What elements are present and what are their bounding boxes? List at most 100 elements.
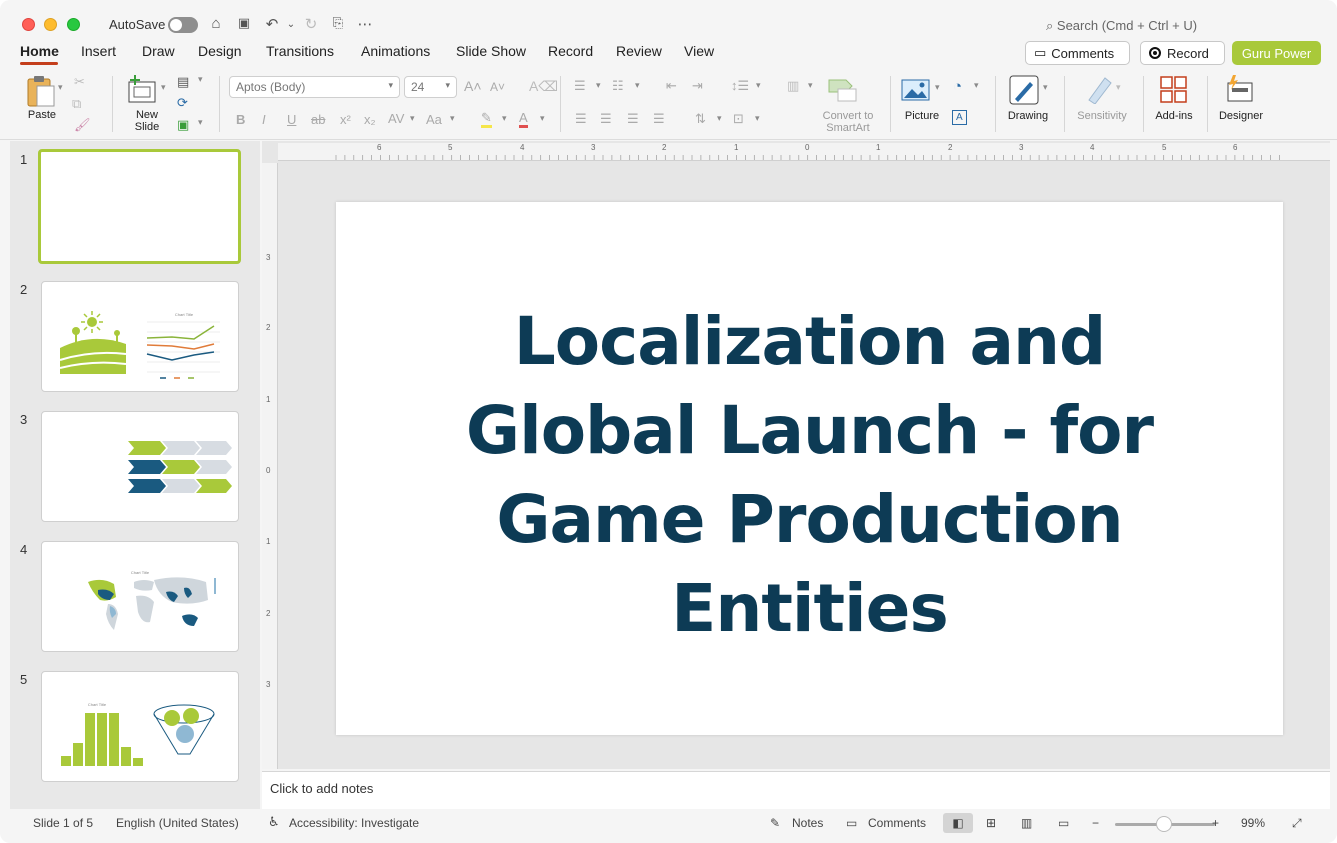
tab-review[interactable]: Review [616,43,662,59]
change-case-icon[interactable]: Aa [426,112,442,127]
tab-record[interactable]: Record [548,43,593,59]
columns-icon[interactable]: ▥ [787,78,799,94]
tab-insert[interactable]: Insert [81,43,116,59]
slideshow-icon[interactable]: ▭ [1058,816,1069,830]
tab-draw[interactable]: Draw [142,43,175,59]
copy-icon[interactable]: ⧉ [72,96,81,112]
slide-thumbnail-2[interactable]: Chart Title [41,281,239,392]
more-icon[interactable]: ⋯ [355,15,375,33]
align-center-icon[interactable]: ☰ [600,111,612,127]
underline-icon[interactable]: U [287,112,296,127]
sensitivity-chevron-down-icon[interactable]: ▾ [1116,82,1121,93]
cut-icon[interactable]: ✂ [74,74,85,90]
zoom-in-icon[interactable]: + [1212,816,1219,830]
close-window-button[interactable] [22,18,35,31]
text-direction-chevron-down-icon[interactable]: ▾ [717,113,722,124]
shapes-icon[interactable]: ◔ [953,78,962,95]
highlight-icon[interactable]: ✎ [481,111,492,128]
decrease-font-size-icon[interactable]: A˅ [490,80,505,94]
character-spacing-icon[interactable]: AV [388,111,404,126]
superscript-icon[interactable]: x² [340,112,351,127]
align-right-icon[interactable]: ☰ [627,111,639,127]
accessibility-status[interactable]: Accessibility: Investigate [289,816,419,830]
text-direction-icon[interactable]: ⇅ [695,111,706,127]
shapes-chevron-down-icon[interactable]: ▾ [974,80,979,91]
increase-font-size-icon[interactable]: A˄ [464,78,482,94]
decrease-indent-icon[interactable]: ⇤ [666,78,677,94]
reset-icon[interactable]: ⟳ [177,95,188,111]
bullets-icon[interactable]: ☰ [574,78,586,94]
increase-indent-icon[interactable]: ⇥ [692,78,703,94]
slide-thumbnail-3[interactable] [41,411,239,522]
font-name-select[interactable]: Aptos (Body) ▾ [229,76,400,98]
picture-chevron-down-icon[interactable]: ▾ [935,82,940,93]
comments-button[interactable]: ▭ Comments [1025,41,1130,65]
designer-button[interactable] [1224,74,1256,104]
tab-slide-show[interactable]: Slide Show [456,43,526,59]
drawing-chevron-down-icon[interactable]: ▾ [1043,82,1048,93]
strikethrough-icon[interactable]: ab [311,112,325,127]
zoom-slider-handle[interactable] [1156,816,1172,832]
slide-thumbnail-5[interactable]: Chart Title [41,671,239,782]
layout-icon[interactable]: ▤ [177,74,189,90]
notes-pane[interactable]: Click to add notes [262,771,1330,809]
slide-thumbnail-4[interactable]: Chart Title [41,541,239,652]
text-box-icon[interactable]: A [952,110,967,125]
home-icon[interactable]: ⌂ [206,15,226,32]
align-text-chevron-down-icon[interactable]: ▾ [755,113,760,124]
tab-transitions[interactable]: Transitions [266,43,334,59]
normal-view-icon[interactable]: ◧ [943,813,973,833]
fit-to-window-icon[interactable]: ⤢ [1292,816,1302,831]
new-slide-chevron-down-icon[interactable]: ▾ [161,82,166,93]
layout-chevron-down-icon[interactable]: ▾ [198,74,203,85]
minimize-window-button[interactable] [44,18,57,31]
tab-home[interactable]: Home [20,43,59,59]
addins-button[interactable] [1159,76,1189,104]
numbering-icon[interactable]: ☷ [612,78,624,94]
highlight-chevron-down-icon[interactable]: ▾ [502,113,507,124]
justify-icon[interactable]: ☰ [653,111,665,127]
italic-icon[interactable]: I [262,112,266,127]
font-size-select[interactable]: 24 ▾ [404,76,457,98]
zoom-window-button[interactable] [67,18,80,31]
undo-chevron-down-icon[interactable]: ⌄ [281,19,301,30]
guru-power-button[interactable]: Guru Power [1232,41,1321,65]
convert-to-smartart-button[interactable] [826,76,860,106]
format-painter-icon[interactable]: 🖌 [74,117,91,133]
slide-thumbnail-1[interactable] [38,149,241,264]
paste-chevron-down-icon[interactable]: ▾ [58,82,63,93]
tab-design[interactable]: Design [198,43,242,59]
character-spacing-chevron-down-icon[interactable]: ▾ [410,113,415,124]
undo-icon[interactable]: ↶ [262,15,282,33]
zoom-out-icon[interactable]: − [1092,816,1099,830]
search-field[interactable]: ⌕ Search (Cmd + Ctrl + U) [1046,18,1197,34]
customize-icon[interactable]: ⎘ [328,15,348,31]
autosave-toggle[interactable] [168,17,198,33]
tab-animations[interactable]: Animations [361,43,430,59]
sensitivity-button[interactable] [1085,74,1115,105]
align-text-icon[interactable]: ⊡ [733,111,744,127]
slide-title[interactable]: Localization and Global Launch - for Gam… [396,297,1223,653]
section-icon[interactable]: ▣ [177,117,189,133]
picture-button[interactable] [901,78,931,102]
columns-chevron-down-icon[interactable]: ▾ [808,80,813,91]
save-icon[interactable]: ▣ [234,15,254,31]
record-button[interactable]: Record [1140,41,1225,65]
slide-sorter-icon[interactable]: ⊞ [986,816,996,830]
font-color-chevron-down-icon[interactable]: ▾ [540,113,545,124]
drawing-button[interactable] [1008,74,1040,106]
slide-canvas[interactable]: Localization and Global Launch - for Gam… [336,202,1283,735]
bold-icon[interactable]: B [236,112,245,127]
change-case-chevron-down-icon[interactable]: ▾ [450,113,455,124]
comments-toggle[interactable]: Comments [868,816,926,830]
redo-icon[interactable]: ↻ [301,15,321,33]
numbering-chevron-down-icon[interactable]: ▾ [635,80,640,91]
bullets-chevron-down-icon[interactable]: ▾ [596,80,601,91]
clear-formatting-icon[interactable]: A⌫ [529,78,558,95]
font-color-icon[interactable]: A [519,111,528,128]
tab-view[interactable]: View [684,43,714,59]
new-slide-button[interactable] [127,74,159,104]
align-left-icon[interactable]: ☰ [575,111,587,127]
subscript-icon[interactable]: x₂ [364,112,376,127]
reading-view-icon[interactable]: ▥ [1021,816,1032,830]
